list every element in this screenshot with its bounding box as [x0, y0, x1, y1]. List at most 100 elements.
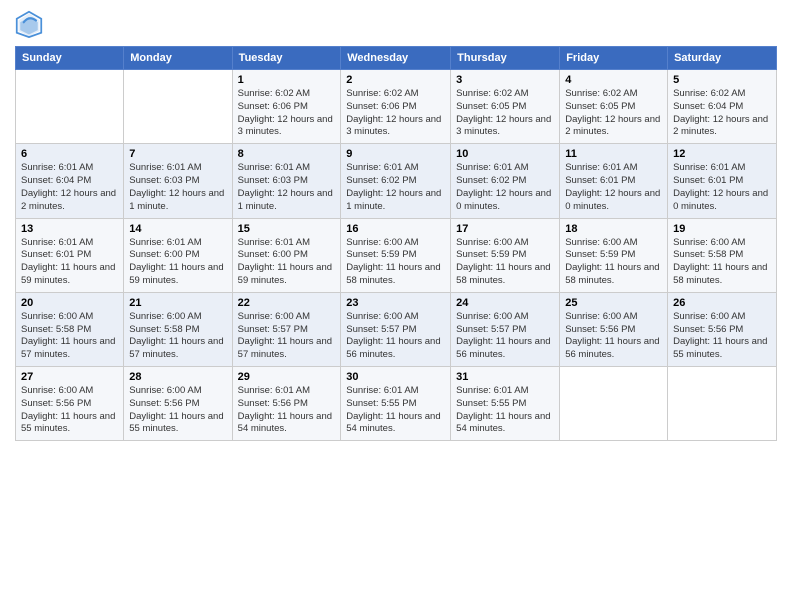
calendar-cell: 30 Sunrise: 6:01 AM Sunset: 5:55 PM Dayli… — [341, 367, 451, 441]
day-info: Sunrise: 6:00 AM Sunset: 5:57 PM Dayligh… — [238, 311, 336, 362]
col-header-wednesday: Wednesday — [341, 47, 451, 70]
day-number: 8 — [238, 148, 336, 160]
calendar: SundayMondayTuesdayWednesdayThursdayFrid… — [15, 46, 777, 441]
day-info: Sunrise: 6:00 AM Sunset: 5:59 PM Dayligh… — [456, 237, 554, 288]
day-info: Sunrise: 6:00 AM Sunset: 5:58 PM Dayligh… — [21, 311, 118, 362]
day-number: 24 — [456, 297, 554, 309]
day-number: 27 — [21, 371, 118, 383]
day-number: 22 — [238, 297, 336, 309]
day-info: Sunrise: 6:01 AM Sunset: 5:55 PM Dayligh… — [346, 385, 445, 436]
calendar-cell: 12 Sunrise: 6:01 AM Sunset: 6:01 PM Dayli… — [668, 144, 777, 218]
calendar-week-row: 27 Sunrise: 6:00 AM Sunset: 5:56 PM Dayli… — [16, 367, 777, 441]
day-info: Sunrise: 6:01 AM Sunset: 6:01 PM Dayligh… — [565, 162, 662, 213]
day-number: 1 — [238, 74, 336, 86]
calendar-cell: 2 Sunrise: 6:02 AM Sunset: 6:06 PM Daylig… — [341, 70, 451, 144]
day-number: 25 — [565, 297, 662, 309]
day-number: 26 — [673, 297, 771, 309]
day-info: Sunrise: 6:00 AM Sunset: 5:57 PM Dayligh… — [456, 311, 554, 362]
calendar-cell: 9 Sunrise: 6:01 AM Sunset: 6:02 PM Daylig… — [341, 144, 451, 218]
calendar-cell: 27 Sunrise: 6:00 AM Sunset: 5:56 PM Dayli… — [16, 367, 124, 441]
calendar-cell: 14 Sunrise: 6:01 AM Sunset: 6:00 PM Dayli… — [124, 218, 232, 292]
day-info: Sunrise: 6:01 AM Sunset: 6:03 PM Dayligh… — [129, 162, 226, 213]
calendar-cell: 17 Sunrise: 6:00 AM Sunset: 5:59 PM Dayli… — [451, 218, 560, 292]
day-number: 12 — [673, 148, 771, 160]
calendar-cell: 19 Sunrise: 6:00 AM Sunset: 5:58 PM Dayli… — [668, 218, 777, 292]
col-header-monday: Monday — [124, 47, 232, 70]
calendar-header-row: SundayMondayTuesdayWednesdayThursdayFrid… — [16, 47, 777, 70]
calendar-cell: 11 Sunrise: 6:01 AM Sunset: 6:01 PM Dayli… — [560, 144, 668, 218]
day-info: Sunrise: 6:01 AM Sunset: 6:00 PM Dayligh… — [238, 237, 336, 288]
day-info: Sunrise: 6:01 AM Sunset: 6:01 PM Dayligh… — [673, 162, 771, 213]
day-number: 31 — [456, 371, 554, 383]
calendar-cell: 23 Sunrise: 6:00 AM Sunset: 5:57 PM Dayli… — [341, 292, 451, 366]
day-number: 11 — [565, 148, 662, 160]
calendar-cell: 21Sunrise: 6:00 AM Sunset: 5:58 PM Dayli… — [124, 292, 232, 366]
calendar-cell: 29 Sunrise: 6:01 AM Sunset: 5:56 PM Dayli… — [232, 367, 341, 441]
col-header-sunday: Sunday — [16, 47, 124, 70]
calendar-cell — [16, 70, 124, 144]
day-number: 2 — [346, 74, 445, 86]
day-number: 20 — [21, 297, 118, 309]
day-info: Sunrise: 6:01 AM Sunset: 6:02 PM Dayligh… — [456, 162, 554, 213]
day-number: 18 — [565, 223, 662, 235]
calendar-cell: 1 Sunrise: 6:02 AM Sunset: 6:06 PM Daylig… — [232, 70, 341, 144]
day-info: Sunrise: 6:00 AM Sunset: 5:56 PM Dayligh… — [673, 311, 771, 362]
calendar-cell: 10 Sunrise: 6:01 AM Sunset: 6:02 PM Dayli… — [451, 144, 560, 218]
day-number: 3 — [456, 74, 554, 86]
day-info: Sunrise: 6:02 AM Sunset: 6:06 PM Dayligh… — [238, 88, 336, 139]
day-info: Sunrise: 6:00 AM Sunset: 5:56 PM Dayligh… — [129, 385, 226, 436]
calendar-week-row: 6Sunrise: 6:01 AM Sunset: 6:04 PM Daylig… — [16, 144, 777, 218]
calendar-cell: 25Sunrise: 6:00 AM Sunset: 5:56 PM Dayli… — [560, 292, 668, 366]
day-info: Sunrise: 6:01 AM Sunset: 6:01 PM Dayligh… — [21, 237, 118, 288]
calendar-cell — [560, 367, 668, 441]
day-number: 16 — [346, 223, 445, 235]
day-info: Sunrise: 6:02 AM Sunset: 6:05 PM Dayligh… — [456, 88, 554, 139]
calendar-cell: 8 Sunrise: 6:01 AM Sunset: 6:03 PM Daylig… — [232, 144, 341, 218]
day-number: 14 — [129, 223, 226, 235]
day-info: Sunrise: 6:00 AM Sunset: 5:56 PM Dayligh… — [21, 385, 118, 436]
day-number: 6 — [21, 148, 118, 160]
day-info: Sunrise: 6:01 AM Sunset: 6:02 PM Dayligh… — [346, 162, 445, 213]
day-info: Sunrise: 6:01 AM Sunset: 5:55 PM Dayligh… — [456, 385, 554, 436]
calendar-cell: 31 Sunrise: 6:01 AM Sunset: 5:55 PM Dayli… — [451, 367, 560, 441]
logo — [15, 10, 47, 38]
day-number: 9 — [346, 148, 445, 160]
col-header-friday: Friday — [560, 47, 668, 70]
day-info: Sunrise: 6:01 AM Sunset: 6:03 PM Dayligh… — [238, 162, 336, 213]
day-number: 17 — [456, 223, 554, 235]
calendar-cell: 4Sunrise: 6:02 AM Sunset: 6:05 PM Daylig… — [560, 70, 668, 144]
calendar-cell: 7Sunrise: 6:01 AM Sunset: 6:03 PM Daylig… — [124, 144, 232, 218]
day-number: 28 — [129, 371, 226, 383]
day-number: 5 — [673, 74, 771, 86]
calendar-cell: 16Sunrise: 6:00 AM Sunset: 5:59 PM Dayli… — [341, 218, 451, 292]
col-header-saturday: Saturday — [668, 47, 777, 70]
col-header-tuesday: Tuesday — [232, 47, 341, 70]
day-number: 10 — [456, 148, 554, 160]
calendar-cell: 3 Sunrise: 6:02 AM Sunset: 6:05 PM Daylig… — [451, 70, 560, 144]
day-number: 29 — [238, 371, 336, 383]
day-info: Sunrise: 6:02 AM Sunset: 6:04 PM Dayligh… — [673, 88, 771, 139]
calendar-week-row: 1 Sunrise: 6:02 AM Sunset: 6:06 PM Daylig… — [16, 70, 777, 144]
day-number: 15 — [238, 223, 336, 235]
calendar-week-row: 20 Sunrise: 6:00 AM Sunset: 5:58 PM Dayli… — [16, 292, 777, 366]
calendar-cell: 13 Sunrise: 6:01 AM Sunset: 6:01 PM Dayli… — [16, 218, 124, 292]
day-info: Sunrise: 6:02 AM Sunset: 6:06 PM Dayligh… — [346, 88, 445, 139]
calendar-cell: 18Sunrise: 6:00 AM Sunset: 5:59 PM Dayli… — [560, 218, 668, 292]
day-number: 13 — [21, 223, 118, 235]
calendar-cell: 20 Sunrise: 6:00 AM Sunset: 5:58 PM Dayli… — [16, 292, 124, 366]
day-number: 4 — [565, 74, 662, 86]
calendar-cell — [668, 367, 777, 441]
day-info: Sunrise: 6:01 AM Sunset: 5:56 PM Dayligh… — [238, 385, 336, 436]
day-number: 19 — [673, 223, 771, 235]
calendar-cell: 24 Sunrise: 6:00 AM Sunset: 5:57 PM Dayli… — [451, 292, 560, 366]
day-number: 23 — [346, 297, 445, 309]
day-number: 30 — [346, 371, 445, 383]
calendar-cell: 26 Sunrise: 6:00 AM Sunset: 5:56 PM Dayli… — [668, 292, 777, 366]
day-info: Sunrise: 6:00 AM Sunset: 5:58 PM Dayligh… — [673, 237, 771, 288]
day-number: 21 — [129, 297, 226, 309]
header — [15, 10, 777, 38]
calendar-week-row: 13 Sunrise: 6:01 AM Sunset: 6:01 PM Dayli… — [16, 218, 777, 292]
day-info: Sunrise: 6:00 AM Sunset: 5:57 PM Dayligh… — [346, 311, 445, 362]
day-info: Sunrise: 6:01 AM Sunset: 6:00 PM Dayligh… — [129, 237, 226, 288]
calendar-cell: 6Sunrise: 6:01 AM Sunset: 6:04 PM Daylig… — [16, 144, 124, 218]
